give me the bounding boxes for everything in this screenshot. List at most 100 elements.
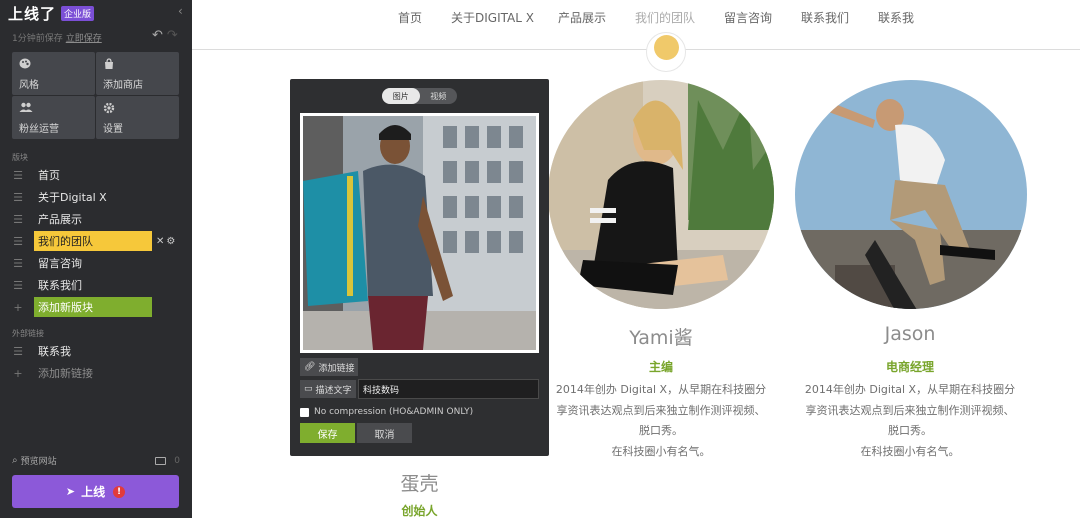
plus-icon: + [13, 300, 23, 314]
sidebar-item-contact[interactable]: ☰ 联系我们 [12, 275, 182, 295]
section-label-links: 外部链接 [12, 329, 44, 338]
sidebar-item-label: 联系我们 [38, 279, 82, 292]
member-name: 蛋壳 [400, 473, 439, 495]
description-line: 脱口秀。 [639, 424, 683, 437]
save-button[interactable]: 保存 [300, 423, 355, 443]
sidebar-item-messages[interactable]: ☰ 留言咨询 [12, 253, 182, 273]
add-block-button[interactable]: + 添加新版块 [12, 297, 182, 317]
member-name: Yami酱 [629, 327, 693, 349]
image-preview[interactable] [300, 113, 539, 353]
sidebar-item-home[interactable]: ☰ 首页 [12, 165, 182, 185]
tile-label: 添加商店 [103, 80, 143, 91]
topnav-about[interactable]: 关于DIGITAL X [451, 9, 534, 26]
topnav-contact-me[interactable]: 联系我 [878, 9, 914, 26]
logo: 上线了 企业版 [8, 3, 95, 23]
save-now-link[interactable]: 立即保存 [66, 34, 102, 44]
close-icon[interactable]: ✕ [156, 236, 166, 247]
site-top-nav: 首页 关于DIGITAL X 产品展示 我们的团队 留言咨询 联系我们 联系我 [192, 0, 1080, 72]
redo-icon[interactable]: ↷ [167, 28, 178, 43]
no-compression-label: No compression (HO&ADMIN ONLY) [314, 407, 474, 417]
sidebar: 上线了 企业版 ‹ 1分钟前保存 立即保存 ↶ ↷ 风格 添加商店 粉丝运营 设… [0, 0, 192, 518]
logo-text: 上线了 [8, 4, 57, 23]
preview-row: ⌕ 预览网站 0 [12, 454, 180, 467]
sidebar-item-link-contact[interactable]: ☰ 联系我 [12, 341, 182, 361]
save-status-text: 1分钟前保存 [12, 34, 63, 44]
topnav-contact-us[interactable]: 联系我们 [801, 9, 849, 26]
plan-badge: 企业版 [61, 5, 95, 21]
description-input[interactable] [358, 379, 539, 399]
sidebar-item-label: 联系我 [38, 345, 71, 358]
preview-site-link[interactable]: 预览网站 [21, 454, 57, 467]
tile-label: 粉丝运营 [19, 124, 59, 135]
row-tools: ✕⚙ [156, 236, 177, 247]
store-icon [103, 58, 172, 72]
drag-handle-icon[interactable]: ☰ [12, 169, 24, 182]
link-icon: 🔗︎ [304, 362, 316, 372]
image-editor-popup: 图片 视频 🔗︎ 添加链接 ▭ 描述文字 科技数码 No compression… [290, 79, 549, 456]
sidebar-item-label: 我们的团队 [34, 231, 152, 251]
sidebar-item-label: 首页 [38, 169, 60, 182]
chevron-left-icon[interactable]: ‹ [178, 4, 183, 18]
publish-label: 上线 [81, 485, 106, 499]
monitor-icon[interactable] [155, 456, 167, 465]
topnav-home[interactable]: 首页 [398, 9, 422, 26]
tile-style[interactable]: 风格 [12, 52, 95, 95]
description-line: 在科技圈小有名气。 [860, 444, 960, 458]
member-description: 2014年创办 Digital X，从早期在科技圈分 享资讯表达观点到后来独立制… [780, 380, 1040, 462]
gear-icon [103, 102, 172, 116]
add-link-label: 添加新链接 [38, 367, 93, 380]
topnav-team[interactable]: 我们的团队 [635, 9, 695, 26]
tab-video[interactable]: 视频 [420, 88, 458, 104]
history-controls: ↶ ↷ [152, 28, 178, 43]
add-link-button[interactable]: 🔗︎ 添加链接 [300, 358, 359, 376]
member-description: 2014年创办 Digital X，从早期在科技圈分 享资讯表达观点到后来独立制… [531, 380, 791, 462]
section-label-blocks: 版块 [12, 153, 28, 162]
tile-settings[interactable]: 设置 [96, 96, 179, 139]
avatar-photo[interactable] [548, 80, 774, 309]
member-role: 主编 [648, 360, 673, 374]
users-icon [19, 102, 88, 116]
plus-icon: + [13, 366, 23, 380]
describe-text-label: ▭ 描述文字 [300, 380, 356, 398]
add-block-label: 添加新版块 [34, 297, 152, 317]
cancel-button[interactable]: 取消 [357, 423, 412, 443]
sidebar-item-products[interactable]: ☰ 产品展示 [12, 209, 182, 229]
gear-icon[interactable]: ⚙ [166, 236, 177, 247]
section-indicator-dot [646, 32, 686, 72]
topnav-messages[interactable]: 留言咨询 [724, 9, 772, 26]
media-type-toggle: 图片 视频 [382, 88, 457, 104]
save-status: 1分钟前保存 立即保存 [12, 31, 102, 44]
member-name: Jason [884, 323, 936, 345]
drag-handle-icon[interactable]: ☰ [12, 257, 24, 270]
avatar-photo[interactable] [795, 80, 1027, 309]
drag-handle-icon[interactable]: ☰ [12, 235, 24, 248]
warning-badge: ! [113, 485, 126, 498]
add-link-label: 添加链接 [318, 363, 355, 374]
add-link-button[interactable]: + 添加新链接 [12, 363, 182, 383]
drag-handle-icon[interactable]: ☰ [12, 279, 24, 292]
palette-icon [19, 58, 88, 72]
description-line: 2014年创办 Digital X，从早期在科技圈分 [555, 383, 767, 396]
tile-label: 设置 [103, 124, 123, 135]
tile-fans[interactable]: 粉丝运营 [12, 96, 95, 139]
preview-count: 0 [174, 455, 180, 466]
drag-handle-icon[interactable]: ☰ [12, 191, 24, 204]
tab-image[interactable]: 图片 [382, 88, 420, 104]
undo-icon[interactable]: ↶ [152, 28, 163, 43]
sidebar-item-label: 产品展示 [38, 213, 82, 226]
description-line: 享资讯表达观点到后来独立制作测评视频、 [556, 403, 766, 417]
member-role: 创始人 [401, 504, 438, 518]
sidebar-item-label: 关于Digital X [38, 191, 107, 204]
description-line: 2014年创办 Digital X，从早期在科技圈分 [804, 383, 1016, 396]
drag-handle-icon[interactable]: ☰ [12, 345, 24, 358]
no-compression-checkbox[interactable] [300, 407, 309, 417]
drag-handle-icon[interactable]: ☰ [12, 213, 24, 226]
sidebar-item-about[interactable]: ☰ 关于Digital X [12, 187, 182, 207]
tile-add-store[interactable]: 添加商店 [96, 52, 179, 95]
tool-tiles: 风格 添加商店 粉丝运营 设置 [12, 52, 179, 140]
topnav-products[interactable]: 产品展示 [558, 9, 606, 26]
sidebar-item-team[interactable]: ☰ 我们的团队 ✕⚙ [12, 231, 182, 251]
publish-button[interactable]: ➤ 上线 ! [12, 475, 179, 508]
no-compression-option[interactable]: No compression (HO&ADMIN ONLY) [300, 407, 473, 417]
member-role: 电商经理 [885, 360, 934, 374]
